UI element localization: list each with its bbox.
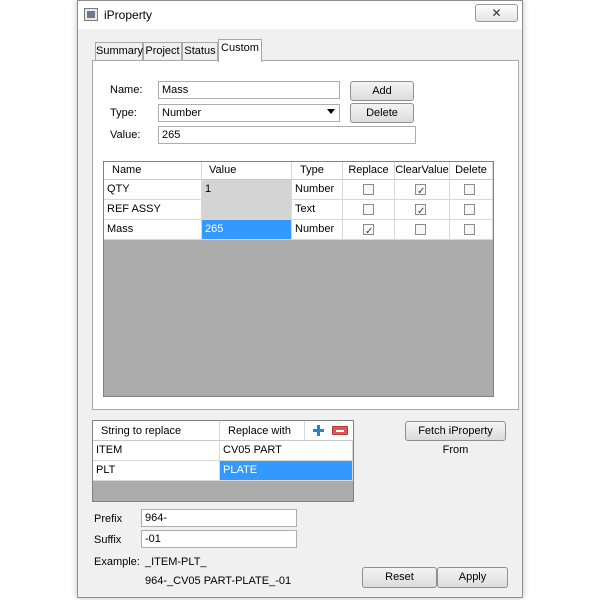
grid-cell-value[interactable]: 1 <box>202 180 292 200</box>
column-header-replace-with[interactable]: Replace with <box>220 421 305 441</box>
tab-summary[interactable]: Summary <box>95 42 143 61</box>
replace-checkbox[interactable] <box>363 184 374 195</box>
replace-checkbox[interactable] <box>363 222 374 241</box>
grid-cell-type[interactable]: Text <box>292 200 343 220</box>
grid-cell-replace <box>343 180 395 200</box>
grid-cell-name[interactable]: QTY <box>104 180 202 200</box>
custom-tab-panel: Name: Mass Add Type: Number Delete Value… <box>92 60 519 410</box>
column-header-name[interactable]: Name <box>104 162 202 180</box>
column-header-delete[interactable]: Delete <box>450 162 493 180</box>
replace-cell-to[interactable]: CV05 PART <box>220 441 353 461</box>
type-select-value: Number <box>162 107 202 119</box>
tab-custom[interactable]: Custom <box>218 39 262 62</box>
close-button[interactable]: ✕ <box>475 4 518 22</box>
value-input[interactable]: 265 <box>158 126 416 144</box>
delete-button[interactable]: Delete <box>350 103 414 123</box>
prefix-input[interactable]: 964- <box>141 509 297 527</box>
grid-cell-replace <box>343 200 395 220</box>
grid-cell-type[interactable]: Number <box>292 180 343 200</box>
grid-cell-value[interactable] <box>202 200 292 220</box>
add-button[interactable]: Add <box>350 81 414 101</box>
grid-cell-clearvalue <box>395 220 450 240</box>
grid-cell-clearvalue <box>395 180 450 201</box>
example-result: 964-_CV05 PART-PLATE_-01 <box>145 575 292 587</box>
value-label: Value: <box>110 129 141 141</box>
reset-button[interactable]: Reset <box>362 567 437 588</box>
clearvalue-checkbox[interactable] <box>415 224 426 235</box>
suffix-input[interactable]: -01 <box>141 530 297 548</box>
tab-project[interactable]: Project <box>143 42 182 61</box>
column-header-value[interactable]: Value <box>202 162 292 180</box>
delete-checkbox[interactable] <box>464 224 475 235</box>
column-header-replace[interactable]: Replace <box>343 162 395 180</box>
delete-checkbox[interactable] <box>464 204 475 215</box>
grid-cell-delete <box>450 220 493 240</box>
replace-checkbox[interactable] <box>363 204 374 215</box>
name-label: Name: <box>110 84 143 96</box>
apply-button[interactable]: Apply <box>437 567 508 588</box>
column-header-type[interactable]: Type <box>292 162 343 180</box>
tab-status[interactable]: Status <box>182 42 218 61</box>
replace-cell-from[interactable]: ITEM <box>93 441 220 461</box>
delete-checkbox[interactable] <box>464 184 475 195</box>
properties-grid: Name Value Type Replace ClearValue Delet… <box>103 161 494 397</box>
fetch-iproperty-button[interactable]: Fetch iProperty From <box>405 421 506 456</box>
type-select[interactable]: Number <box>158 104 340 122</box>
grid-cell-clearvalue <box>395 200 450 221</box>
grid-cell-name[interactable]: Mass <box>104 220 202 240</box>
replace-cell-from[interactable]: PLT <box>93 461 220 481</box>
example-label: Example: <box>94 556 140 568</box>
clearvalue-checkbox[interactable] <box>415 182 426 201</box>
chevron-down-icon <box>327 109 335 114</box>
column-header-clearvalue[interactable]: ClearValue <box>395 162 450 180</box>
close-icon: ✕ <box>491 6 502 20</box>
app-icon <box>84 8 98 21</box>
grid-cell-value-selected[interactable]: 265 <box>202 220 292 240</box>
replace-cell-to-selected[interactable]: PLATE <box>220 461 353 481</box>
column-header-string-to-replace[interactable]: String to replace <box>93 421 220 441</box>
row-actions-header <box>305 421 353 441</box>
grid-cell-type[interactable]: Number <box>292 220 343 240</box>
example-pattern: _ITEM-PLT_ <box>145 556 207 568</box>
clearvalue-checkbox[interactable] <box>415 202 426 221</box>
suffix-label: Suffix <box>94 534 122 546</box>
type-label: Type: <box>110 107 137 119</box>
grid-cell-replace <box>343 220 395 241</box>
iproperty-window: iProperty ✕ Summary Project Status Custo… <box>77 0 523 598</box>
grid-cell-delete <box>450 200 493 220</box>
prefix-label: Prefix <box>94 513 123 525</box>
title-bar: iProperty ✕ <box>78 1 522 29</box>
plus-icon[interactable] <box>311 424 326 437</box>
string-replace-grid: String to replace Replace with ITEM CV05… <box>92 420 354 502</box>
name-input[interactable]: Mass <box>158 81 340 99</box>
window-title: iProperty <box>104 8 153 22</box>
grid-cell-name[interactable]: REF ASSY <box>104 200 202 220</box>
minus-icon[interactable] <box>332 426 348 435</box>
grid-cell-delete <box>450 180 493 200</box>
